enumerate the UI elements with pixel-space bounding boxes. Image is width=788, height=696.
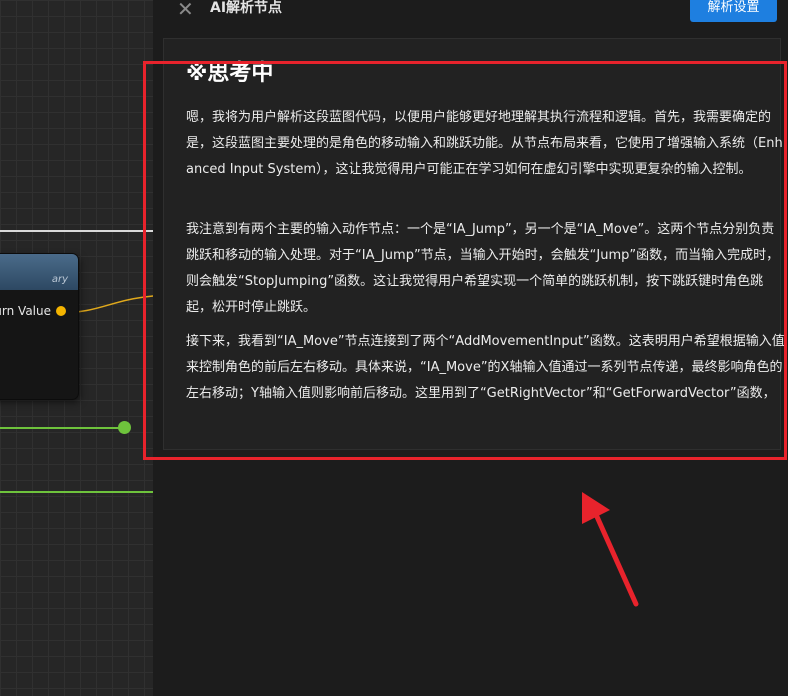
bool-pin-icon[interactable] xyxy=(118,421,131,434)
close-icon[interactable]: ✕ xyxy=(177,0,194,19)
analysis-settings-button[interactable]: 解析设置 xyxy=(690,0,777,22)
blueprint-node[interactable]: ary urn Value xyxy=(0,254,78,399)
bool-wire xyxy=(0,427,124,429)
return-value-pin-icon[interactable] xyxy=(56,306,66,316)
blueprint-canvas[interactable]: ary urn Value xyxy=(0,0,153,696)
blueprint-node-header: ary xyxy=(0,254,78,290)
panel-title: AI解析节点 xyxy=(210,0,283,16)
annotation-arrow-icon xyxy=(582,492,639,607)
bool-wire-2 xyxy=(0,491,153,493)
panel-header: ✕ AI解析节点 解析设置 xyxy=(153,0,788,30)
highlight-annotation-box xyxy=(143,61,787,460)
return-value-pin-row[interactable]: urn Value xyxy=(0,304,66,318)
blueprint-node-subtitle: ary xyxy=(51,274,68,285)
return-value-label: urn Value xyxy=(0,304,51,318)
